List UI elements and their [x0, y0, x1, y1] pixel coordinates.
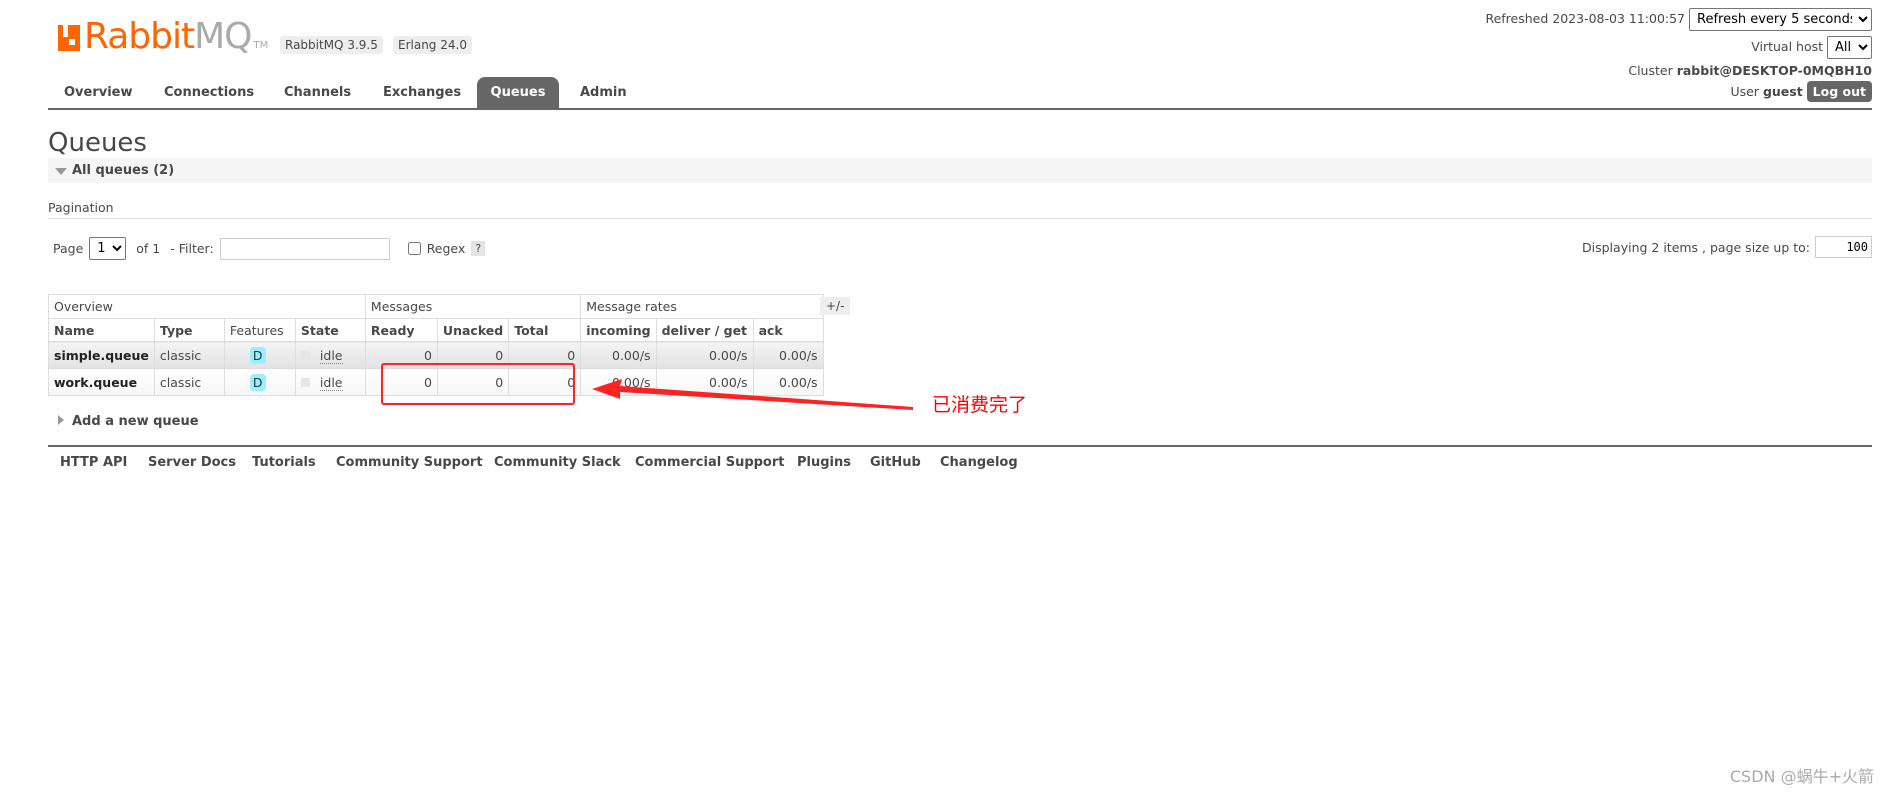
col-unacked[interactable]: Unacked — [436, 318, 510, 342]
displaying-text: Displaying 2 items , page size up to: — [1582, 239, 1810, 255]
cluster-name: rabbit@DESKTOP-0MQBH10 — [1676, 63, 1872, 78]
refresh-select[interactable]: Refresh every 5 seconds — [1689, 8, 1872, 31]
collapse-triangle-icon — [55, 168, 67, 175]
tab-channels[interactable]: Channels — [268, 77, 367, 109]
ack-rate: 0.00/s — [752, 341, 824, 369]
tab-admin[interactable]: Admin — [564, 77, 643, 109]
incoming-rate: 0.00/s — [580, 341, 657, 369]
footer-link-commercial-support[interactable]: Commercial Support — [635, 455, 785, 470]
section-title: All queues (2) — [72, 163, 175, 178]
erlang-badge: Erlang 24.0 — [393, 36, 472, 54]
refresh-row: Refreshed 2023-08-03 11:00:57 Refresh ev… — [1485, 8, 1872, 31]
annotation-arrow-icon — [592, 379, 913, 410]
annotation-highlight-box — [381, 363, 575, 405]
tab-overview[interactable]: Overview — [48, 77, 149, 109]
user-name: guest — [1762, 84, 1803, 99]
footer-divider — [48, 445, 1872, 447]
deliver-rate: 0.00/s — [655, 341, 754, 369]
col-name[interactable]: Name — [48, 318, 155, 342]
pagination-divider — [48, 218, 1872, 219]
user-label: User — [1730, 84, 1759, 99]
col-features[interactable]: Features — [223, 318, 296, 342]
logo-text-mq: MQ — [194, 16, 252, 57]
footer-link-community-support[interactable]: Community Support — [336, 455, 483, 470]
state-indicator-icon — [300, 350, 310, 360]
logo-text: Rabbit — [84, 16, 195, 57]
footer-link-http-api[interactable]: HTTP API — [60, 455, 127, 470]
tab-exchanges[interactable]: Exchanges — [367, 77, 477, 109]
group-message-rates: Message rates — [580, 294, 824, 319]
col-incoming[interactable]: incoming — [580, 318, 657, 342]
footer-link-server-docs[interactable]: Server Docs — [148, 455, 236, 470]
page-size-input[interactable] — [1815, 236, 1872, 258]
page-select[interactable]: 1 — [89, 237, 127, 260]
refreshed-time: Refreshed 2023-08-03 11:00:57 — [1485, 11, 1686, 26]
footer-link-tutorials[interactable]: Tutorials — [252, 455, 316, 470]
group-messages: Messages — [364, 294, 582, 319]
queue-type: classic — [153, 341, 225, 369]
user-row: User guest Log out — [1730, 81, 1872, 102]
tab-connections[interactable]: Connections — [148, 77, 270, 109]
expand-triangle-icon — [58, 415, 64, 425]
durable-badge: D — [249, 346, 266, 364]
col-total[interactable]: Total — [508, 318, 582, 342]
group-overview: Overview — [48, 294, 366, 319]
vhost-select[interactable]: All — [1827, 36, 1872, 59]
page-size-row: Displaying 2 items , page size up to: — [1582, 236, 1872, 258]
queue-type: classic — [153, 368, 225, 396]
filter-label: - Filter: — [170, 241, 214, 256]
queue-name-link[interactable]: work.queue — [48, 368, 155, 396]
all-queues-section-toggle[interactable]: All queues (2) — [48, 158, 1872, 183]
col-state[interactable]: State — [294, 318, 366, 342]
vhost-row: Virtual host All — [1751, 36, 1872, 59]
regex-label: Regex — [426, 241, 466, 256]
page-count: of 1 — [136, 241, 161, 256]
queue-state: idle — [319, 347, 343, 364]
watermark: CSDN @蜗牛+火箭 — [1729, 767, 1874, 786]
logout-button[interactable]: Log out — [1806, 81, 1872, 102]
col-type[interactable]: Type — [153, 318, 225, 342]
state-indicator-icon — [300, 377, 310, 387]
queue-state: idle — [319, 374, 343, 391]
queue-name-link[interactable]: simple.queue — [48, 341, 155, 369]
add-queue-label: Add a new queue — [72, 414, 199, 429]
logo-tm: TM — [253, 40, 269, 51]
durable-badge: D — [249, 373, 266, 391]
footer-link-github[interactable]: GitHub — [870, 455, 921, 470]
regex-checkbox[interactable] — [407, 242, 421, 255]
pagination-row: Page 1 of 1 - Filter: Regex ? — [53, 237, 486, 260]
footer-link-community-slack[interactable]: Community Slack — [494, 455, 621, 470]
add-queue-toggle[interactable]: Add a new queue — [58, 414, 199, 429]
col-ready[interactable]: Ready — [364, 318, 438, 342]
vhost-label: Virtual host — [1751, 39, 1824, 54]
footer-link-plugins[interactable]: Plugins — [797, 455, 851, 470]
cluster-label: Cluster — [1628, 63, 1673, 78]
pagination-label: Pagination — [48, 200, 114, 215]
rabbitmq-logo: Rabbit MQ TM — [58, 16, 268, 57]
tab-queues[interactable]: Queues — [477, 77, 559, 109]
col-deliver-get[interactable]: deliver / get — [655, 318, 754, 342]
page-title: Queues — [48, 128, 147, 158]
rabbit-logo-icon — [58, 25, 80, 51]
help-button[interactable]: ? — [471, 241, 486, 256]
page-label: Page — [53, 241, 84, 256]
filter-input[interactable] — [219, 237, 390, 260]
version-badge: RabbitMQ 3.9.5 — [280, 36, 383, 54]
col-ack[interactable]: ack — [752, 318, 824, 342]
tab-divider — [48, 108, 1872, 110]
annotation-text: 已消费完了 — [932, 394, 1028, 416]
cluster-row: Cluster rabbit@DESKTOP-0MQBH10 — [1628, 63, 1872, 78]
footer-link-changelog[interactable]: Changelog — [940, 455, 1018, 470]
column-toggle-button[interactable]: +/- — [820, 297, 851, 315]
